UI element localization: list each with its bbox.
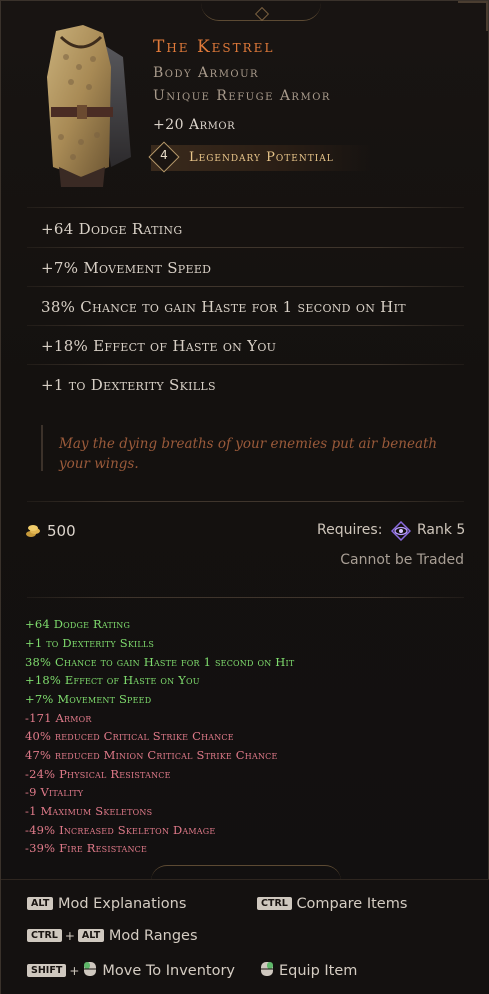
item-base-type: Body Armour: [153, 65, 260, 81]
compare-line: +7% Movement Speed: [25, 692, 152, 706]
lore-text: May the dying breaths of your enemies pu…: [59, 436, 438, 472]
trade-status: Cannot be Traded: [340, 552, 464, 568]
affix-line: +7% Movement Speed: [41, 259, 212, 277]
divider: [27, 325, 464, 326]
item-subtype: Unique Refuge Armor: [153, 88, 331, 104]
rank-eye-icon: [391, 521, 411, 541]
hint-mod-explanations[interactable]: ALT Mod Explanations: [27, 896, 186, 912]
divider: [27, 597, 464, 598]
legendary-potential-value: 4: [160, 148, 168, 162]
key-ctrl: CTRL: [27, 929, 62, 942]
legendary-potential-label: Legendary Potential: [189, 150, 334, 165]
lore-accent-bar: [41, 425, 43, 471]
rank-requirement: Rank 5: [417, 522, 466, 538]
gold-coin-icon: [26, 525, 40, 537]
key-alt: ALT: [77, 929, 105, 942]
divider: [27, 247, 464, 248]
hint-label: Compare Items: [296, 896, 408, 912]
hint-label: Mod Ranges: [108, 928, 198, 944]
hint-label: Equip Item: [279, 963, 358, 979]
compare-line: 38% Chance to gain Haste for 1 second on…: [25, 655, 295, 669]
divider: [27, 286, 464, 287]
divider: [27, 364, 464, 365]
key-alt: ALT: [27, 897, 54, 910]
plus-sign: +: [69, 964, 80, 978]
compare-line: -39% Fire Resistance: [25, 841, 148, 855]
hint-compare-items[interactable]: CTRL Compare Items: [257, 896, 407, 912]
compare-line: +64 Dodge Rating: [25, 617, 131, 631]
compare-line: +18% Effect of Haste on You: [25, 673, 200, 687]
compare-line: 40% reduced Critical Strike Chance: [25, 729, 234, 743]
compare-line: -171 Armor: [25, 711, 92, 725]
compare-line: -49% Increased Skeleton Damage: [25, 823, 216, 837]
item-tooltip-panel: The Kestrel Body Armour Unique Refuge Ar…: [0, 0, 489, 994]
armor-art-icon: [47, 25, 131, 187]
mouse-button-icon: [84, 962, 97, 976]
hint-label: Move To Inventory: [102, 963, 235, 979]
compare-line: -24% Physical Resistance: [25, 767, 171, 781]
item-price: 500: [47, 522, 76, 540]
compare-line: -9 Vitality: [25, 785, 84, 799]
divider: [27, 207, 464, 208]
mouse-button-icon: [261, 962, 273, 976]
corner-ornament: [458, 1, 488, 31]
keybind-hints: ALT Mod Explanations CTRL Compare Items …: [1, 879, 489, 994]
implicit-stat: +20 Armor: [153, 117, 236, 133]
hint-equip-item[interactable]: Equip Item: [259, 961, 357, 979]
affix-line: +64 Dodge Rating: [41, 220, 183, 238]
top-ornament: [201, 3, 321, 21]
key-ctrl: CTRL: [257, 897, 292, 910]
hint-label: Mod Explanations: [57, 896, 187, 912]
divider: [27, 501, 464, 502]
item-name: The Kestrel: [153, 37, 275, 57]
hint-move-to-inventory[interactable]: SHIFT + Move To Inventory: [27, 961, 235, 979]
affix-line: +1 to Dexterity Skills: [41, 376, 216, 394]
requires-label: Requires:: [317, 522, 383, 538]
hint-mod-ranges[interactable]: CTRL + ALT Mod Ranges: [27, 928, 198, 944]
affix-line: 38% Chance to gain Haste for 1 second on…: [41, 298, 406, 316]
plus-sign: +: [64, 929, 75, 943]
key-shift: SHIFT: [27, 964, 67, 977]
compare-line: -1 Maximum Skeletons: [25, 804, 153, 818]
affix-line: +18% Effect of Haste on You: [41, 337, 277, 355]
compare-line: 47% reduced Minion Critical Strike Chanc…: [25, 748, 278, 762]
compare-line: +1 to Dexterity Skills: [25, 636, 155, 650]
